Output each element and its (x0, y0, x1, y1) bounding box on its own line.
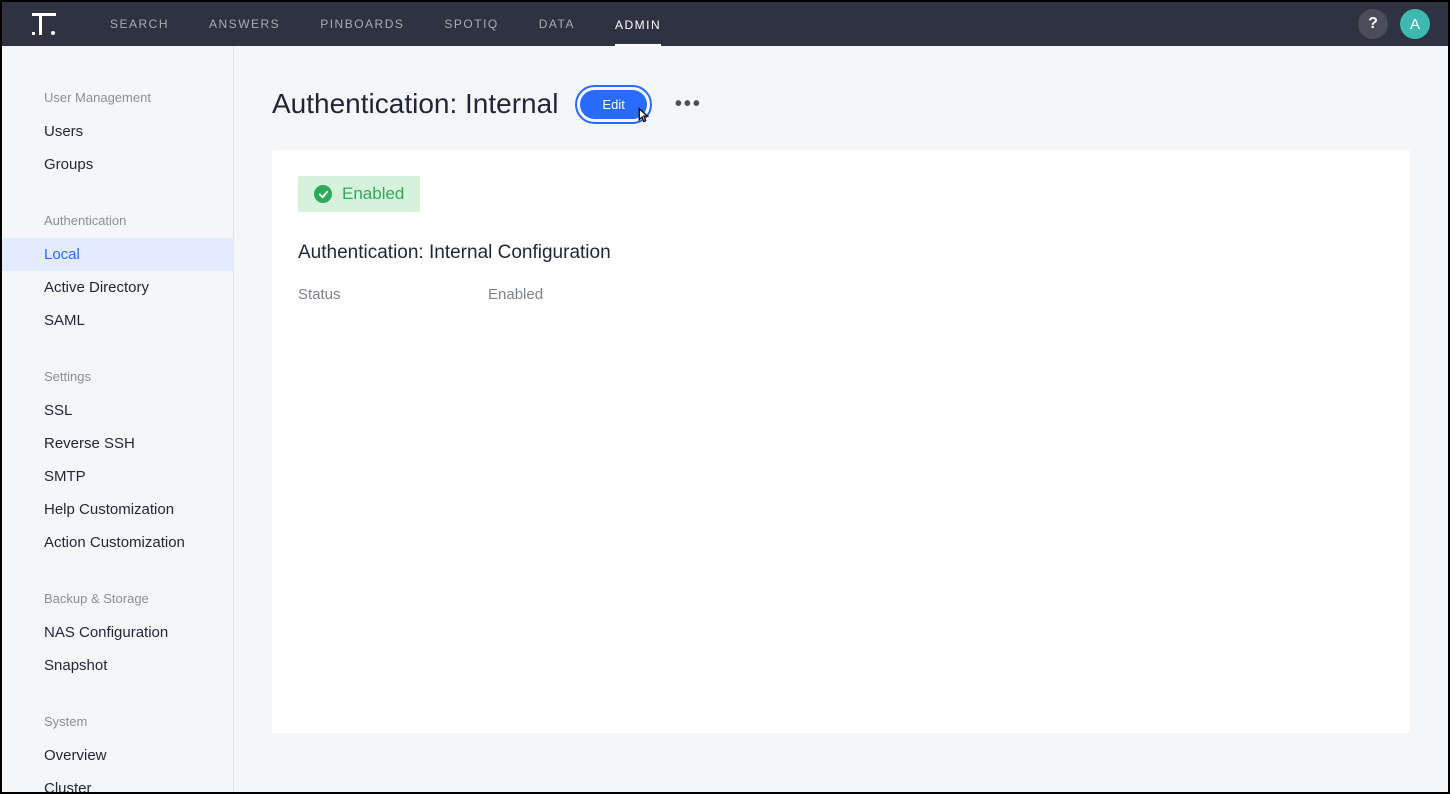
sidebar-section-settings: Settings (2, 359, 233, 394)
help-button[interactable]: ? (1358, 9, 1388, 39)
sidebar-item-nas-configuration[interactable]: NAS Configuration (2, 616, 233, 649)
page-title: Authentication: Internal (272, 88, 558, 120)
sidebar-section-system: System (2, 704, 233, 739)
sidebar-item-snapshot[interactable]: Snapshot (2, 649, 233, 682)
config-row-status: Status Enabled (298, 286, 1384, 303)
sidebar-item-saml[interactable]: SAML (2, 304, 233, 337)
sidebar-item-smtp[interactable]: SMTP (2, 460, 233, 493)
edit-button-label: Edit (602, 97, 624, 112)
nav-spotiq[interactable]: SPOTIQ (444, 2, 498, 46)
app-logo[interactable] (30, 9, 60, 39)
config-heading: Authentication: Internal Configuration (298, 242, 1384, 264)
sidebar-item-reverse-ssh[interactable]: Reverse SSH (2, 427, 233, 460)
sidebar-item-active-directory[interactable]: Active Directory (2, 271, 233, 304)
admin-sidebar: User Management Users Groups Authenticat… (2, 46, 234, 792)
more-options-button[interactable]: ••• (669, 96, 708, 112)
nav-answers[interactable]: ANSWERS (209, 2, 280, 46)
page-header: Authentication: Internal Edit ••• (234, 46, 1448, 150)
main-content: Authentication: Internal Edit ••• Enable… (234, 46, 1448, 792)
config-label: Status (298, 286, 488, 303)
status-badge-label: Enabled (342, 184, 404, 204)
sidebar-item-groups[interactable]: Groups (2, 148, 233, 181)
check-circle-icon (314, 185, 332, 203)
sidebar-item-cluster[interactable]: Cluster (2, 772, 233, 792)
edit-button[interactable]: Edit (580, 90, 646, 119)
status-badge: Enabled (298, 176, 420, 212)
nav-pinboards[interactable]: PINBOARDS (320, 2, 404, 46)
sidebar-section-user-management: User Management (2, 80, 233, 115)
sidebar-item-users[interactable]: Users (2, 115, 233, 148)
pointer-cursor-icon (631, 107, 653, 129)
nav-links: SEARCH ANSWERS PINBOARDS SPOTIQ DATA ADM… (110, 2, 661, 46)
config-card: Enabled Authentication: Internal Configu… (272, 150, 1410, 733)
top-nav: SEARCH ANSWERS PINBOARDS SPOTIQ DATA ADM… (2, 2, 1448, 46)
config-value: Enabled (488, 286, 543, 303)
sidebar-section-authentication: Authentication (2, 203, 233, 238)
user-avatar[interactable]: A (1400, 9, 1430, 39)
sidebar-item-action-customization[interactable]: Action Customization (2, 526, 233, 559)
more-icon: ••• (675, 93, 702, 115)
sidebar-item-ssl[interactable]: SSL (2, 394, 233, 427)
sidebar-item-local[interactable]: Local (2, 238, 233, 271)
nav-data[interactable]: DATA (539, 2, 575, 46)
sidebar-item-overview[interactable]: Overview (2, 739, 233, 772)
sidebar-item-help-customization[interactable]: Help Customization (2, 493, 233, 526)
sidebar-section-backup-storage: Backup & Storage (2, 581, 233, 616)
nav-search[interactable]: SEARCH (110, 2, 169, 46)
nav-admin[interactable]: ADMIN (615, 3, 661, 47)
